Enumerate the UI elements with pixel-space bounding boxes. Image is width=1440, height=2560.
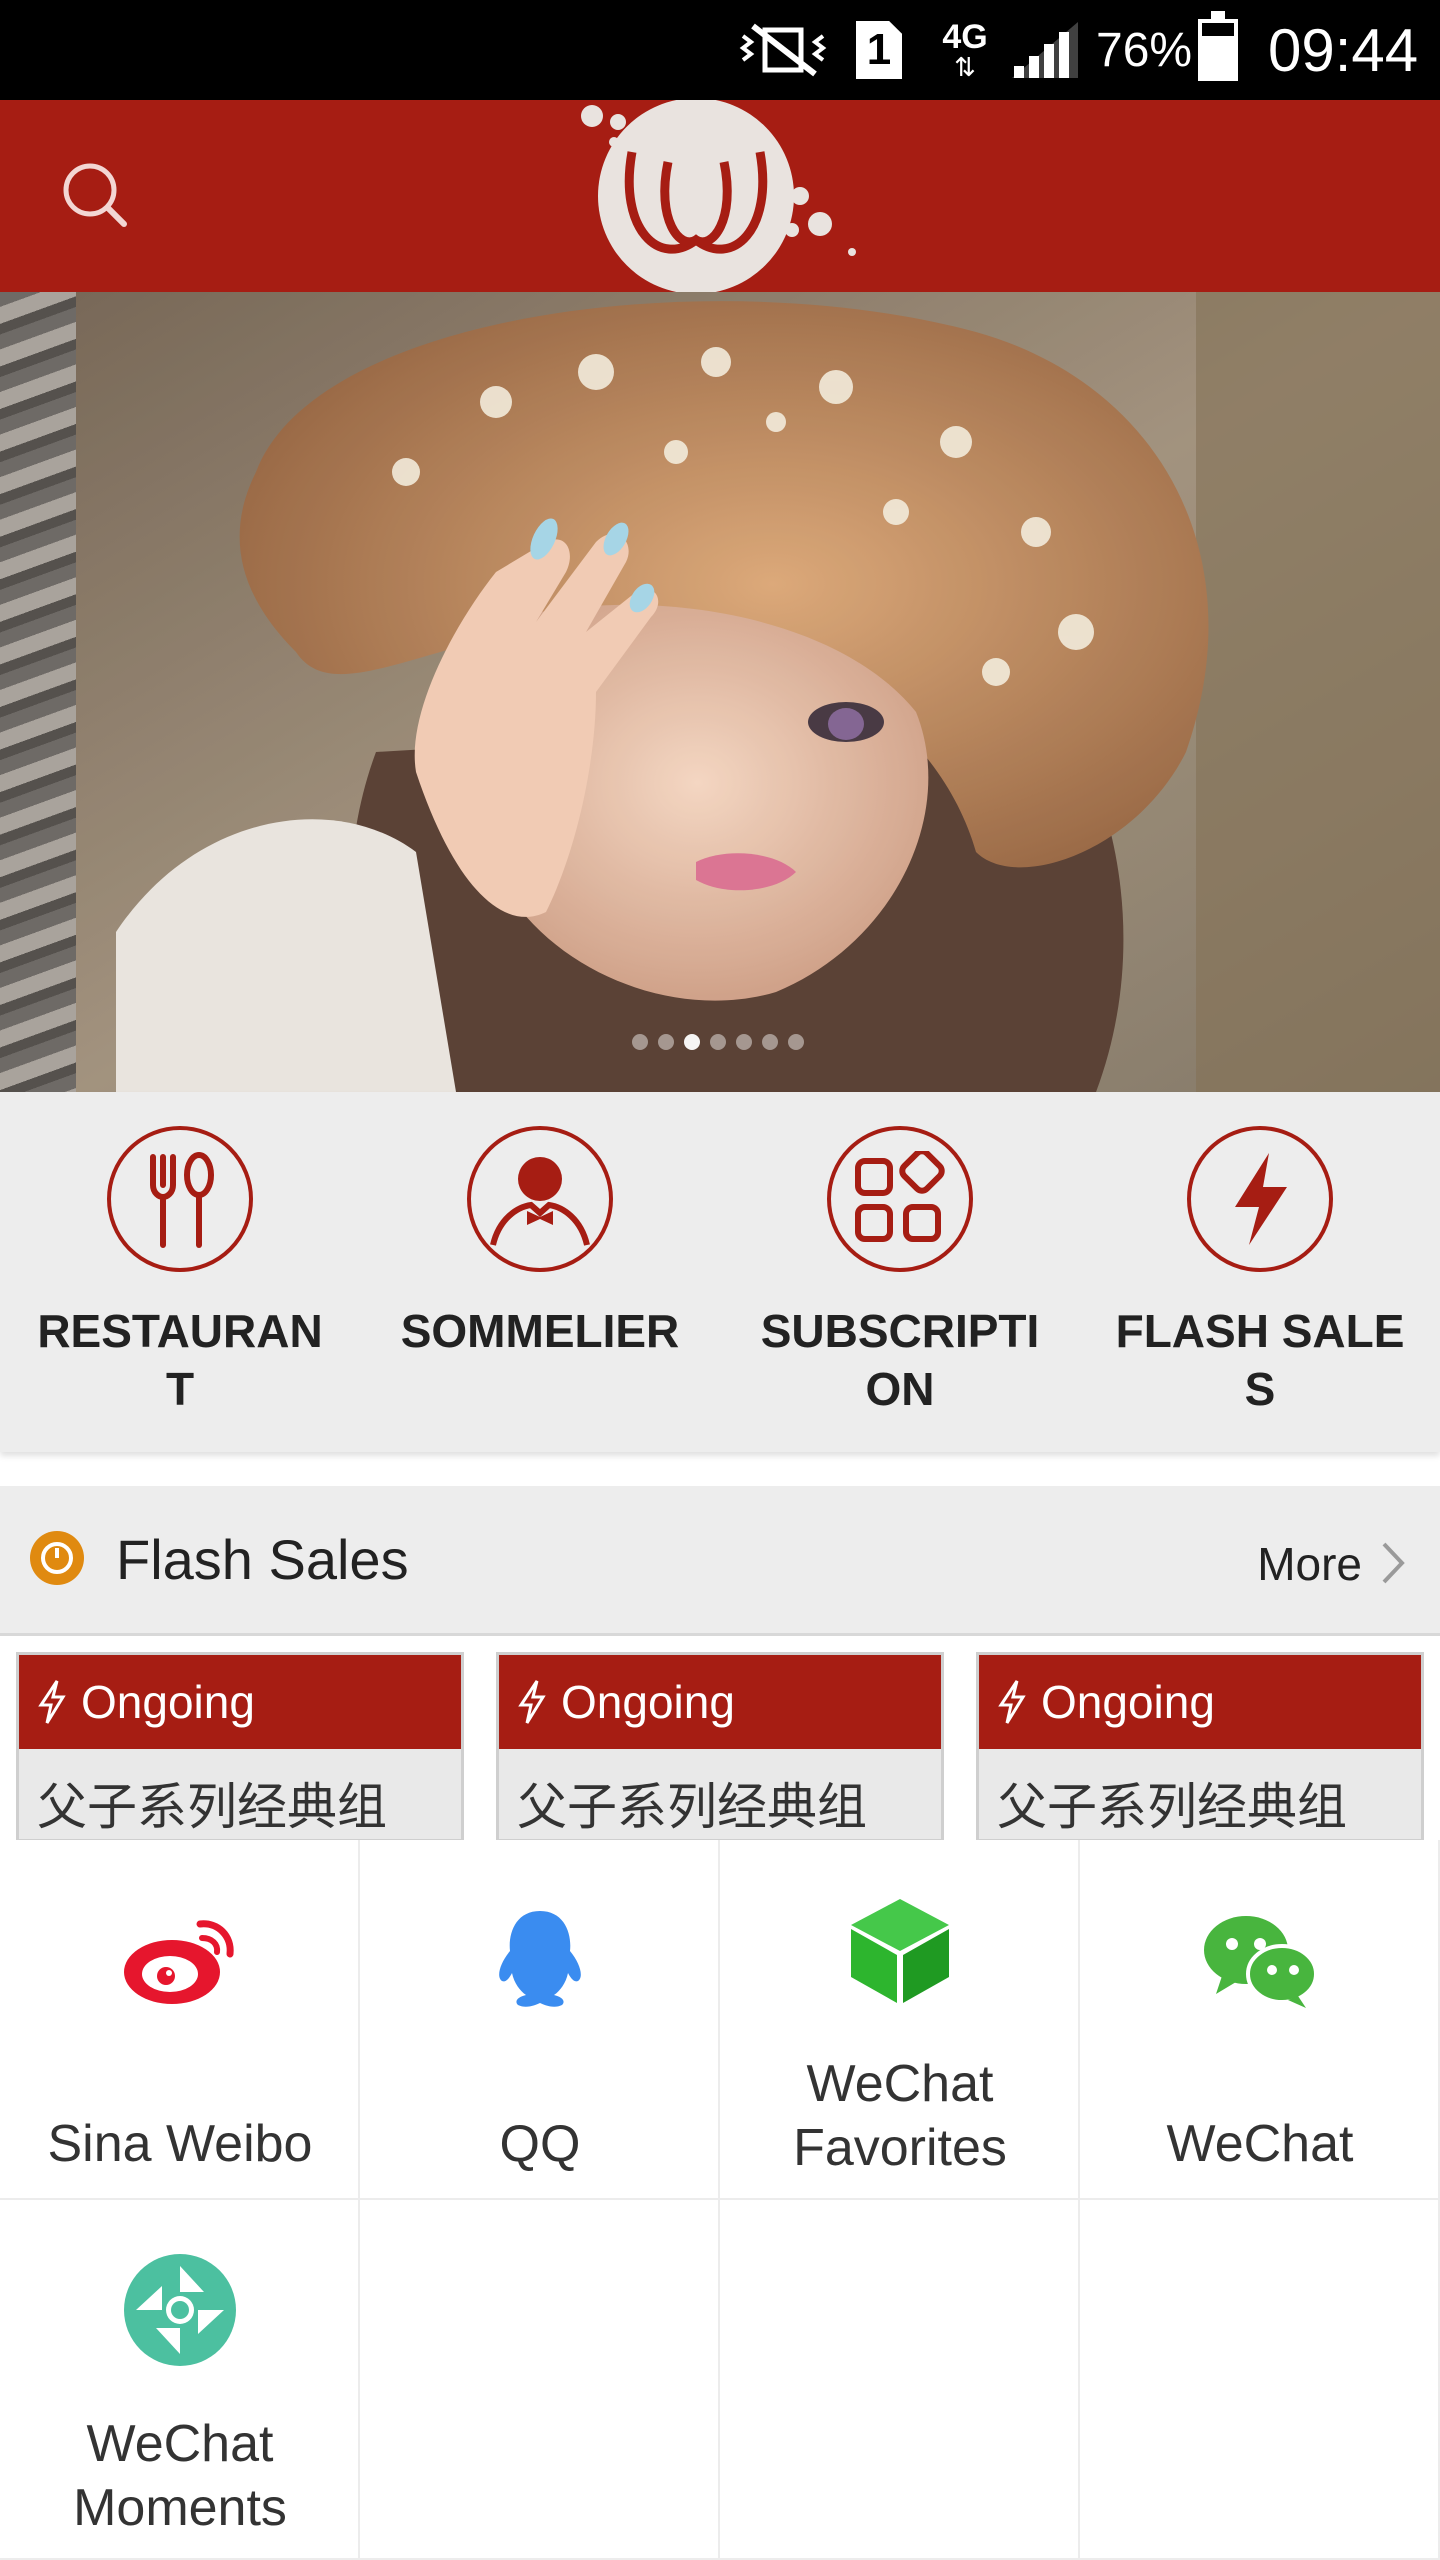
signal-strength-icon	[1012, 0, 1080, 100]
sale-product-name: 父子系列经典组	[37, 1778, 387, 1836]
share-option-label: QQ	[499, 2115, 581, 2173]
wechat-moments-icon	[120, 2250, 240, 2370]
person-bowtie-icon	[467, 1126, 613, 1272]
category-nav: RESTAURANT SOMMELIER SUBSCRIPTION FLASH …	[0, 1092, 1440, 1452]
sale-status-bar: Ongoing	[979, 1655, 1421, 1749]
carousel-dot[interactable]	[684, 1034, 700, 1050]
more-link[interactable]: More	[1257, 1536, 1362, 1592]
share-option-wechat-favorites[interactable]: WeChat Favorites	[720, 1840, 1080, 2200]
section-title: Flash Sales	[116, 1528, 409, 1591]
clock: 09:44	[1268, 16, 1419, 84]
status-bar: 1 4G ⇅ 76% 09:44	[0, 0, 1440, 100]
vibrate-mute-icon	[735, 0, 835, 100]
timer-icon	[30, 1531, 84, 1585]
promo-banner-carousel[interactable]	[0, 292, 1440, 1092]
flash-sale-card[interactable]: Ongoing 父子系列经典组	[976, 1652, 1424, 1842]
carousel-dot[interactable]	[658, 1034, 674, 1050]
lightning-icon	[1187, 1126, 1333, 1272]
sale-product-name: 父子系列经典组	[997, 1778, 1347, 1836]
lightning-icon	[517, 1679, 547, 1725]
category-flash-sales[interactable]: FLASH SALES	[1080, 1092, 1440, 1452]
share-option-label: WeChat Moments	[73, 2415, 287, 2537]
sale-status-label: Ongoing	[561, 1676, 735, 1728]
banner-slide-previous	[0, 292, 76, 1092]
lightning-icon	[997, 1679, 1027, 1725]
sale-status-bar: Ongoing	[19, 1655, 461, 1749]
share-sheet: Sina Weibo QQ WeChat Favorites WeChat We…	[0, 1840, 1440, 2560]
flash-sale-card[interactable]: Ongoing 父子系列经典组	[16, 1652, 464, 1842]
qq-icon	[480, 1900, 600, 2020]
share-option-wechat-moments[interactable]: WeChat Moments	[0, 2200, 360, 2560]
chevron-right-icon[interactable]	[1372, 1538, 1412, 1588]
category-subscription[interactable]: SUBSCRIPTION	[720, 1092, 1080, 1452]
share-empty-cell	[360, 2200, 720, 2560]
share-empty-cell	[720, 2200, 1080, 2560]
sale-status-label: Ongoing	[1041, 1676, 1215, 1728]
category-label: SOMMELIER	[400, 1305, 680, 1357]
sim-slot-icon: 1	[856, 0, 908, 100]
share-option-wechat[interactable]: WeChat	[1080, 1840, 1440, 2200]
network-type-icon: 4G ⇅	[942, 18, 988, 82]
carousel-dot[interactable]	[710, 1034, 726, 1050]
category-sommelier[interactable]: SOMMELIER	[360, 1092, 720, 1452]
battery-percent: 76%	[1096, 23, 1193, 77]
brand-logo[interactable]	[556, 98, 886, 294]
sale-status-label: Ongoing	[81, 1676, 255, 1728]
share-option-qq[interactable]: QQ	[360, 1840, 720, 2200]
grid-apps-icon	[827, 1126, 973, 1272]
search-icon	[63, 163, 127, 227]
sale-product-name: 父子系列经典组	[517, 1778, 867, 1836]
carousel-dot[interactable]	[762, 1034, 778, 1050]
carousel-dot[interactable]	[736, 1034, 752, 1050]
share-option-label: WeChat Favorites	[793, 2055, 1007, 2177]
app-header	[0, 98, 1440, 294]
category-label: FLASH SALES	[1115, 1305, 1405, 1415]
carousel-indicator	[632, 1034, 804, 1054]
share-option-label: Sina Weibo	[47, 2115, 313, 2173]
category-restaurant[interactable]: RESTAURANT	[0, 1092, 360, 1452]
carousel-dot[interactable]	[632, 1034, 648, 1050]
wechat-icon	[1200, 1900, 1320, 2020]
carousel-dot[interactable]	[788, 1034, 804, 1050]
flash-sale-card[interactable]: Ongoing 父子系列经典组	[496, 1652, 944, 1842]
sale-status-bar: Ongoing	[499, 1655, 941, 1749]
category-label: RESTAURANT	[37, 1305, 323, 1415]
search-button[interactable]	[50, 150, 140, 240]
fork-spoon-icon	[107, 1126, 253, 1272]
share-option-sina-weibo[interactable]: Sina Weibo	[0, 1840, 360, 2200]
flash-sales-header: Flash Sales More	[0, 1486, 1440, 1636]
battery-icon	[1198, 0, 1242, 100]
share-option-label: WeChat	[1166, 2115, 1354, 2173]
category-label: SUBSCRIPTION	[760, 1305, 1040, 1415]
lightning-icon	[37, 1679, 67, 1725]
share-empty-cell	[1080, 2200, 1440, 2560]
banner-slide-image[interactable]	[76, 292, 1440, 1092]
weibo-icon	[120, 1900, 240, 2020]
wechat-favorites-icon	[840, 1890, 960, 2010]
